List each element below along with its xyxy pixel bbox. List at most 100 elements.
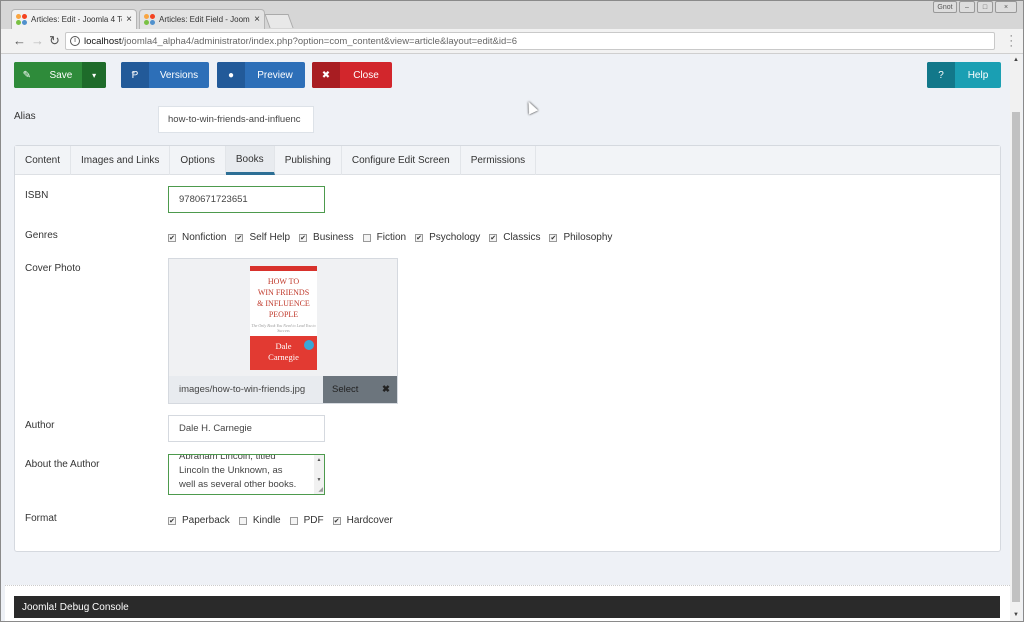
book-author-line: Carnegie: [268, 352, 299, 362]
author-input[interactable]: Dale H. Carnegie: [168, 415, 325, 442]
checkbox-label: Classics: [503, 232, 541, 243]
profile-button[interactable]: Gnot: [933, 1, 957, 13]
select-image-button[interactable]: Select: [323, 376, 375, 403]
textarea-line: Abraham Lincoln, titled: [179, 454, 276, 462]
browser-menu-icon[interactable]: · · ·: [1009, 31, 1013, 52]
format-option[interactable]: PDF: [289, 515, 324, 526]
tab-title: Articles: Edit - Joomla 4 Te: [31, 15, 122, 24]
checkbox-unchecked-icon[interactable]: [289, 516, 298, 525]
versions-label: Versions: [159, 69, 199, 81]
tab-close-icon[interactable]: ×: [250, 14, 264, 25]
scroll-down-icon[interactable]: ▼: [1010, 609, 1022, 621]
scroll-up-icon[interactable]: ▲: [314, 455, 324, 465]
genres-option[interactable]: ✔ Nonfiction: [168, 232, 226, 243]
clear-image-icon[interactable]: ✖: [375, 376, 397, 403]
textarea-line: well as several other books.: [179, 479, 297, 490]
info-icon[interactable]: i: [70, 36, 80, 46]
checkbox-checked-icon[interactable]: ✔: [415, 233, 424, 242]
about-author-textarea[interactable]: Abraham Lincoln, titled Lincoln the Unkn…: [168, 454, 325, 495]
alias-input[interactable]: how-to-win-friends-and-influenc: [158, 106, 314, 133]
help-label: Help: [967, 69, 989, 81]
new-tab-button[interactable]: [264, 14, 294, 28]
debug-console-header[interactable]: Joomla! Debug Console: [14, 596, 1000, 618]
maximize-button[interactable]: □: [977, 1, 993, 13]
checkbox-unchecked-icon[interactable]: [362, 233, 371, 242]
seal-badge-icon: [304, 340, 314, 350]
help-button[interactable]: ? Help: [927, 62, 1001, 88]
checkbox-checked-icon[interactable]: ✔: [332, 516, 341, 525]
genres-option[interactable]: ✔ Philosophy: [549, 232, 612, 243]
reload-icon[interactable]: ↻: [49, 33, 60, 49]
joomla-favicon-icon: [16, 14, 27, 25]
save-dropdown-toggle[interactable]: ▾: [82, 62, 106, 88]
resize-grip-icon[interactable]: ◢: [318, 486, 323, 493]
isbn-label: ISBN: [25, 190, 49, 201]
window-close-button[interactable]: ×: [995, 1, 1017, 13]
browser-tab-strip: Articles: Edit - Joomla 4 Te × Articles:…: [1, 1, 1023, 29]
preview-button[interactable]: ● Preview: [217, 62, 305, 88]
address-bar[interactable]: i localhost/joomla4_alpha4/administrator…: [65, 32, 995, 50]
book-title-line: PEOPLE: [268, 310, 299, 319]
format-option[interactable]: ✔ Hardcover: [332, 515, 393, 526]
tab-options[interactable]: Options: [170, 146, 226, 175]
checkbox-checked-icon[interactable]: ✔: [168, 516, 176, 525]
format-option[interactable]: ✔ Paperback: [168, 515, 230, 526]
checkbox-label: Fiction: [376, 232, 407, 243]
genres-option[interactable]: ✔ Classics: [489, 232, 540, 243]
close-button[interactable]: ✖ Close: [312, 62, 392, 88]
genres-option[interactable]: ✔ Psychology: [415, 232, 480, 243]
tab-books[interactable]: Books: [225, 146, 275, 175]
about-author-label: About the Author: [25, 459, 100, 470]
tab-images-and-links[interactable]: Images and Links: [71, 146, 171, 175]
checkbox-label: Philosophy: [563, 232, 613, 243]
eye-icon: ●: [217, 62, 245, 88]
edit-icon: ✎: [14, 62, 40, 88]
versions-button[interactable]: Ᵽ Versions: [121, 62, 209, 88]
tab-permissions[interactable]: Permissions: [461, 146, 537, 175]
minimize-button[interactable]: –: [959, 1, 975, 13]
save-button[interactable]: ✎ Save ▾: [14, 62, 106, 88]
checkbox-checked-icon[interactable]: ✔: [549, 233, 558, 242]
genres-option[interactable]: ✔ Self Help: [235, 232, 290, 243]
textarea-line: Lincoln the Unknown, as: [179, 465, 283, 476]
genres-option[interactable]: ✔ Business: [299, 232, 354, 243]
browser-tab-articles-edit[interactable]: Articles: Edit - Joomla 4 Te ×: [11, 9, 137, 29]
author-label: Author: [25, 420, 55, 431]
edit-tabs-panel: Content Images and Links Options Books P…: [14, 145, 1001, 552]
versions-icon: Ᵽ: [121, 62, 149, 88]
browser-window: Articles: Edit - Joomla 4 Te × Articles:…: [0, 0, 1024, 622]
alias-label: Alias: [14, 111, 36, 122]
tab-publishing[interactable]: Publishing: [275, 146, 342, 175]
tab-configure-edit-screen[interactable]: Configure Edit Screen: [342, 146, 461, 175]
tab-list: Content Images and Links Options Books P…: [15, 146, 1000, 175]
forward-arrow-icon[interactable]: →: [31, 33, 44, 48]
isbn-input[interactable]: 9780671723651: [168, 186, 325, 213]
window-controls: Gnot – □ ×: [933, 1, 1017, 13]
back-arrow-icon[interactable]: ←: [13, 33, 26, 48]
format-option[interactable]: Kindle: [238, 515, 281, 526]
checkbox-checked-icon[interactable]: ✔: [299, 233, 308, 242]
scroll-down-icon[interactable]: ▼: [314, 475, 324, 485]
checkbox-checked-icon[interactable]: ✔: [235, 233, 244, 242]
scrollbar-thumb[interactable]: [1012, 112, 1020, 602]
checkbox-checked-icon[interactable]: ✔: [168, 233, 176, 242]
checkbox-label: Business: [313, 232, 354, 243]
genres-option[interactable]: Fiction: [362, 232, 407, 243]
genres-checkboxes: ✔ Nonfiction ✔ Self Help ✔ Business Fiction ✔ Ps…: [168, 232, 621, 243]
save-label: Save: [49, 69, 73, 81]
url-host: localhost: [84, 35, 122, 47]
cover-photo-label: Cover Photo: [25, 263, 81, 274]
close-label: Close: [353, 69, 379, 81]
checkbox-label: Nonfiction: [182, 232, 227, 243]
browser-tab-edit-field[interactable]: Articles: Edit Field - Joomla ×: [139, 9, 265, 29]
url-path: /joomla4_alpha4/administrator/index.php?…: [121, 35, 518, 47]
checkbox-checked-icon[interactable]: ✔: [489, 233, 498, 242]
tab-close-icon[interactable]: ×: [122, 14, 136, 25]
checkbox-unchecked-icon[interactable]: [238, 516, 247, 525]
preview-label: Preview: [257, 69, 293, 81]
tab-content[interactable]: Content: [15, 146, 72, 175]
scroll-up-icon[interactable]: ▲: [1010, 54, 1022, 66]
page-scrollbar[interactable]: ▲ ▼: [1010, 54, 1022, 621]
genres-label: Genres: [25, 230, 58, 241]
checkbox-label: Paperback: [182, 515, 230, 526]
